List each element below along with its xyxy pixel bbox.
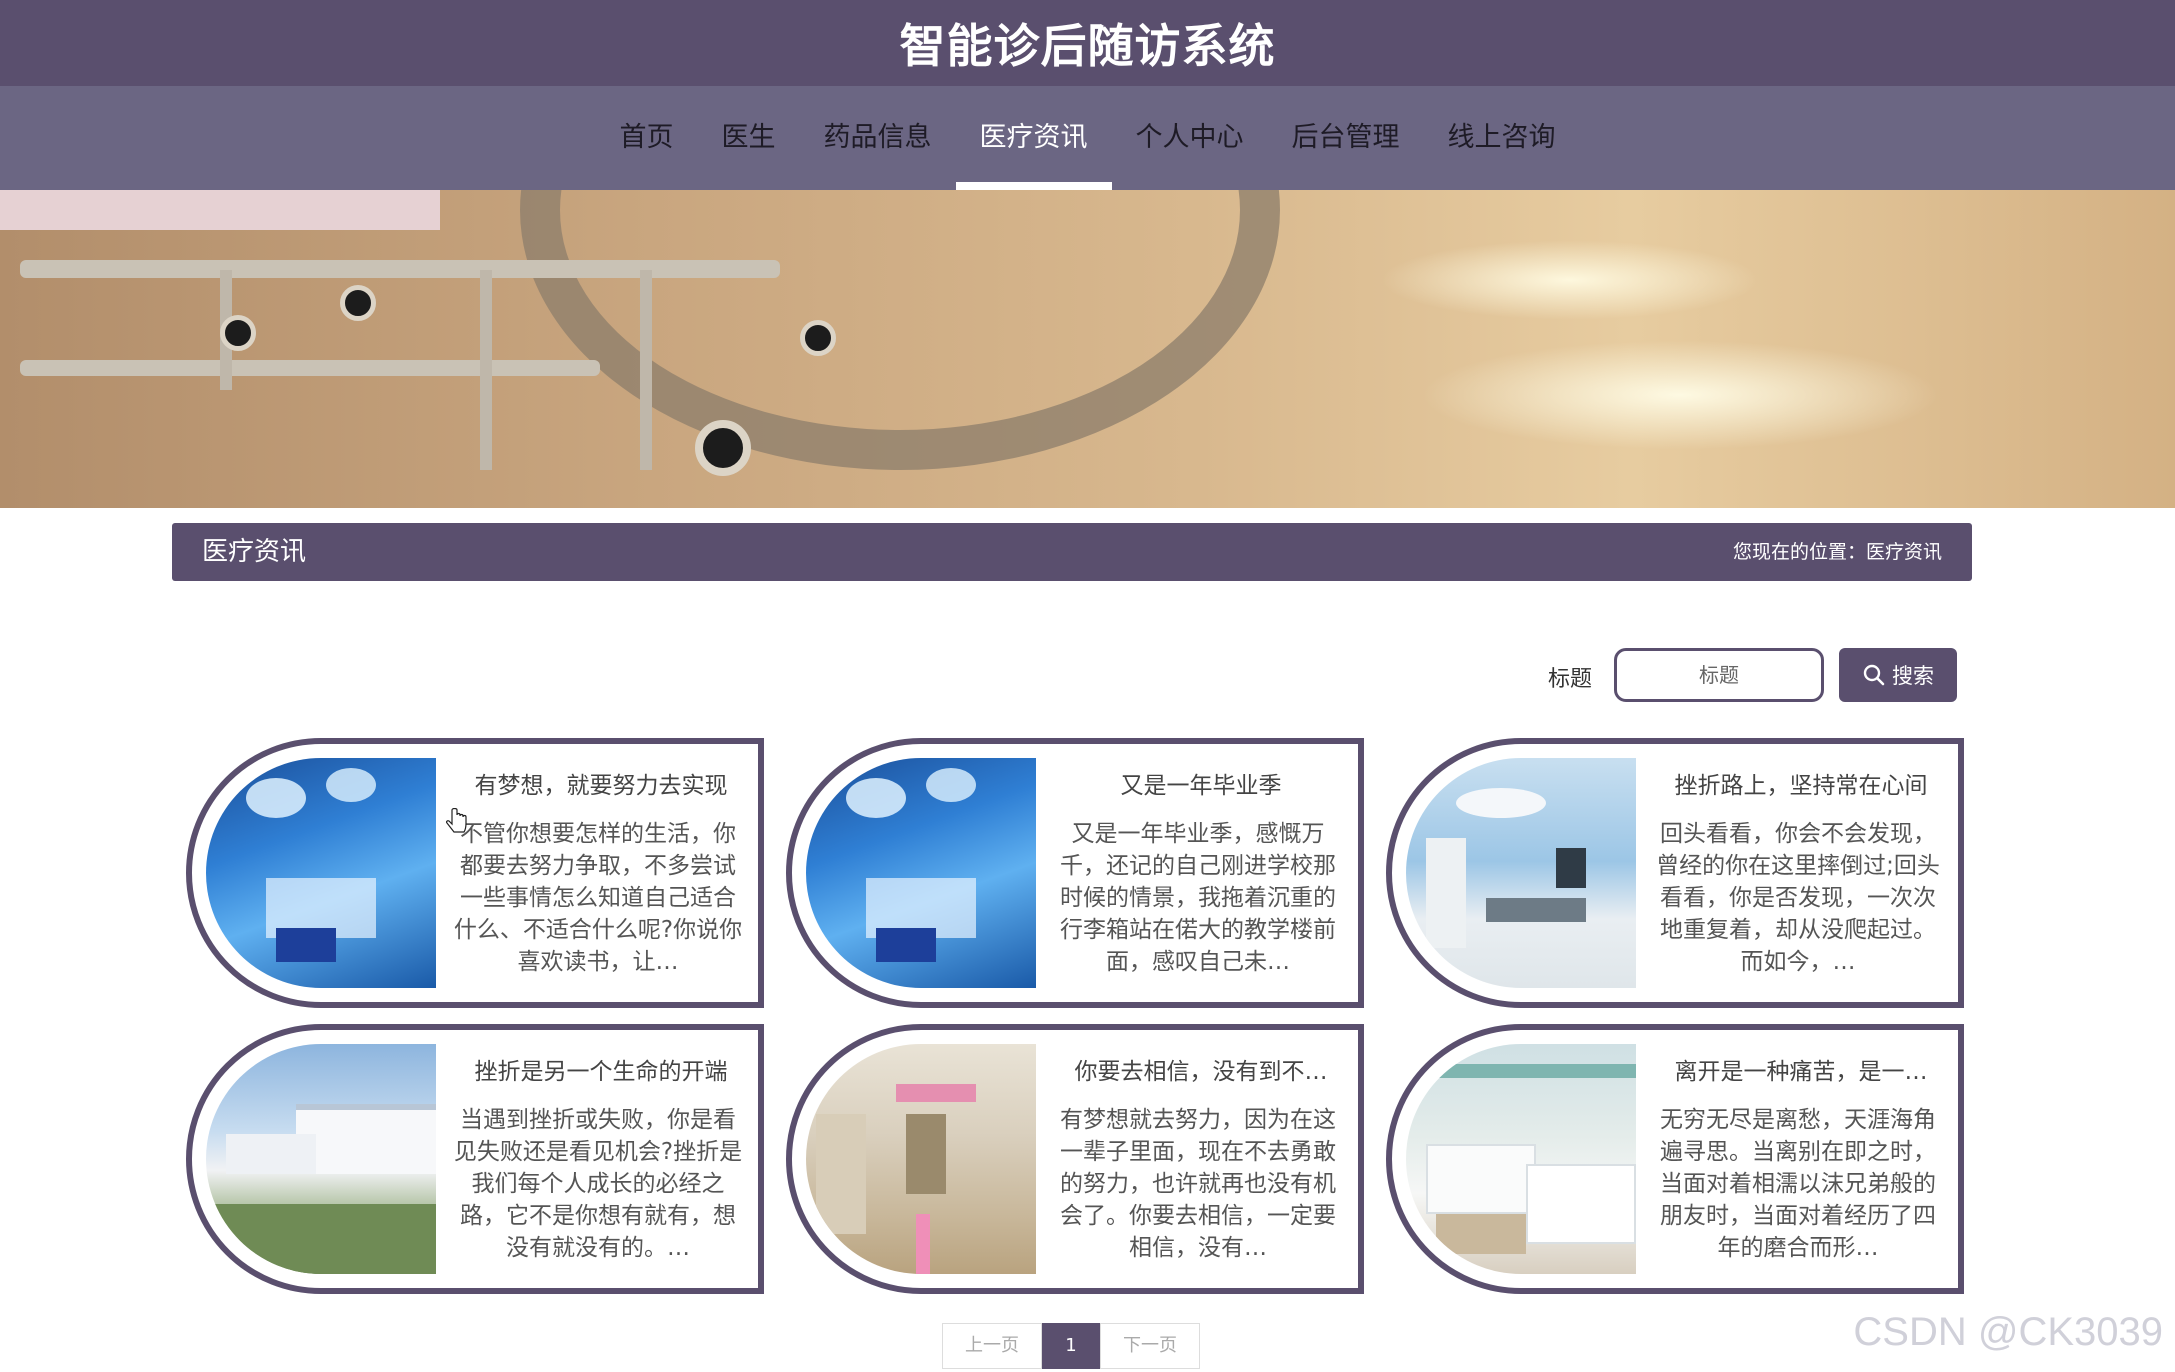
nav-item-news[interactable]: 医疗资讯 xyxy=(955,86,1112,190)
section-title: 医疗资讯 xyxy=(202,537,307,567)
article-summary: 回头看看，你会不会发现，曾经的你在这里摔倒过;回头看看，你是否发现，一次次地重复… xyxy=(1656,821,1940,975)
search-label: 标题 xyxy=(1548,667,1593,692)
article-title: 挫折是另一个生命的开端 xyxy=(474,1059,728,1085)
article-title: 有梦想，就要努力去实现 xyxy=(474,773,728,799)
search-button[interactable]: 搜索 xyxy=(1839,648,1957,702)
nav-list: 首页 医生 药品信息 医疗资讯 个人中心 后台管理 线上咨询 xyxy=(0,86,2175,190)
article-card[interactable]: 挫折路上，坚持常在心间 回头看看，你会不会发现，曾经的你在这里摔倒过;回头看看，… xyxy=(1386,738,1964,1008)
banner-carousel[interactable] xyxy=(0,190,2175,508)
article-summary: 有梦想就去努力，因为在这一辈子里面，现在不去勇敢的努力，也许就再也没有机会了。你… xyxy=(1060,1107,1336,1261)
section-header: 医疗资讯 您现在的位置：医疗资讯 xyxy=(172,523,1972,581)
article-card[interactable]: 有梦想，就要努力去实现 不管你想要怎样的生活，你都要去努力争取，不多尝试一些事情… xyxy=(186,738,764,1008)
article-image xyxy=(806,1044,1036,1274)
article-card[interactable]: 挫折是另一个生命的开端 当遇到挫折或失败，你是看见失败还是看见机会?挫折是我们每… xyxy=(186,1024,764,1294)
article-title: 挫折路上，坚持常在心间 xyxy=(1674,773,1928,799)
article-title: 又是一年毕业季 xyxy=(1120,773,1282,799)
search-icon xyxy=(1863,664,1885,686)
nav-item-doctors[interactable]: 医生 xyxy=(698,86,800,190)
pagination: 上一页 1 下一页 xyxy=(942,1323,1200,1369)
article-title: 你要去相信，没有到不… xyxy=(1074,1059,1328,1085)
article-card[interactable]: 你要去相信，没有到不… 有梦想就去努力，因为在这一辈子里面，现在不去勇敢的努力，… xyxy=(786,1024,1364,1294)
main-nav: 首页 医生 药品信息 医疗资讯 个人中心 后台管理 线上咨询 xyxy=(0,86,2175,190)
nav-item-home[interactable]: 首页 xyxy=(596,86,698,190)
watermark: CSDN @CK3039 xyxy=(1853,1310,2163,1354)
article-summary: 又是一年毕业季，感慨万千，还记的自己刚进学校那时候的情景，我拖着沉重的行李箱站在… xyxy=(1060,821,1336,975)
banner-image xyxy=(520,190,1280,470)
mouse-cursor-icon xyxy=(446,808,467,833)
article-image xyxy=(206,758,436,988)
search-input[interactable] xyxy=(1614,648,1824,702)
nav-item-admin[interactable]: 后台管理 xyxy=(1268,86,1424,190)
article-summary: 当遇到挫折或失败，你是看见失败还是看见机会?挫折是我们每个人成长的必经之路，它不… xyxy=(453,1107,743,1261)
article-image xyxy=(806,758,1036,988)
article-image xyxy=(1406,758,1636,988)
article-image xyxy=(206,1044,436,1274)
nav-item-profile[interactable]: 个人中心 xyxy=(1112,86,1268,190)
nav-item-consult[interactable]: 线上咨询 xyxy=(1424,86,1580,190)
article-card[interactable]: 又是一年毕业季 又是一年毕业季，感慨万千，还记的自己刚进学校那时候的情景，我拖着… xyxy=(786,738,1364,1008)
header-bar: 智能诊后随访系统 xyxy=(0,0,2175,86)
prev-page-button[interactable]: 上一页 xyxy=(942,1323,1042,1369)
search-button-label: 搜索 xyxy=(1892,664,1934,688)
article-image xyxy=(1406,1044,1636,1274)
site-title: 智能诊后随访系统 xyxy=(899,19,1276,73)
next-page-button[interactable]: 下一页 xyxy=(1100,1323,1200,1369)
page-1-button[interactable]: 1 xyxy=(1042,1323,1100,1369)
article-summary: 不管你想要怎样的生活，你都要去努力争取，不多尝试一些事情怎么知道自己适合什么、不… xyxy=(453,821,743,975)
breadcrumb: 您现在的位置：医疗资讯 xyxy=(1732,541,1942,563)
article-card[interactable]: 离开是一种痛苦，是一… 无穷无尽是离愁，天涯海角遍寻思。当离别在即之时，当面对着… xyxy=(1386,1024,1964,1294)
nav-item-medicine[interactable]: 药品信息 xyxy=(800,86,956,190)
article-title: 离开是一种痛苦，是一… xyxy=(1674,1059,1928,1085)
article-summary: 无穷无尽是离愁，天涯海角遍寻思。当离别在即之时，当面对着相濡以沫兄弟般的朋友时，… xyxy=(1660,1107,1936,1261)
